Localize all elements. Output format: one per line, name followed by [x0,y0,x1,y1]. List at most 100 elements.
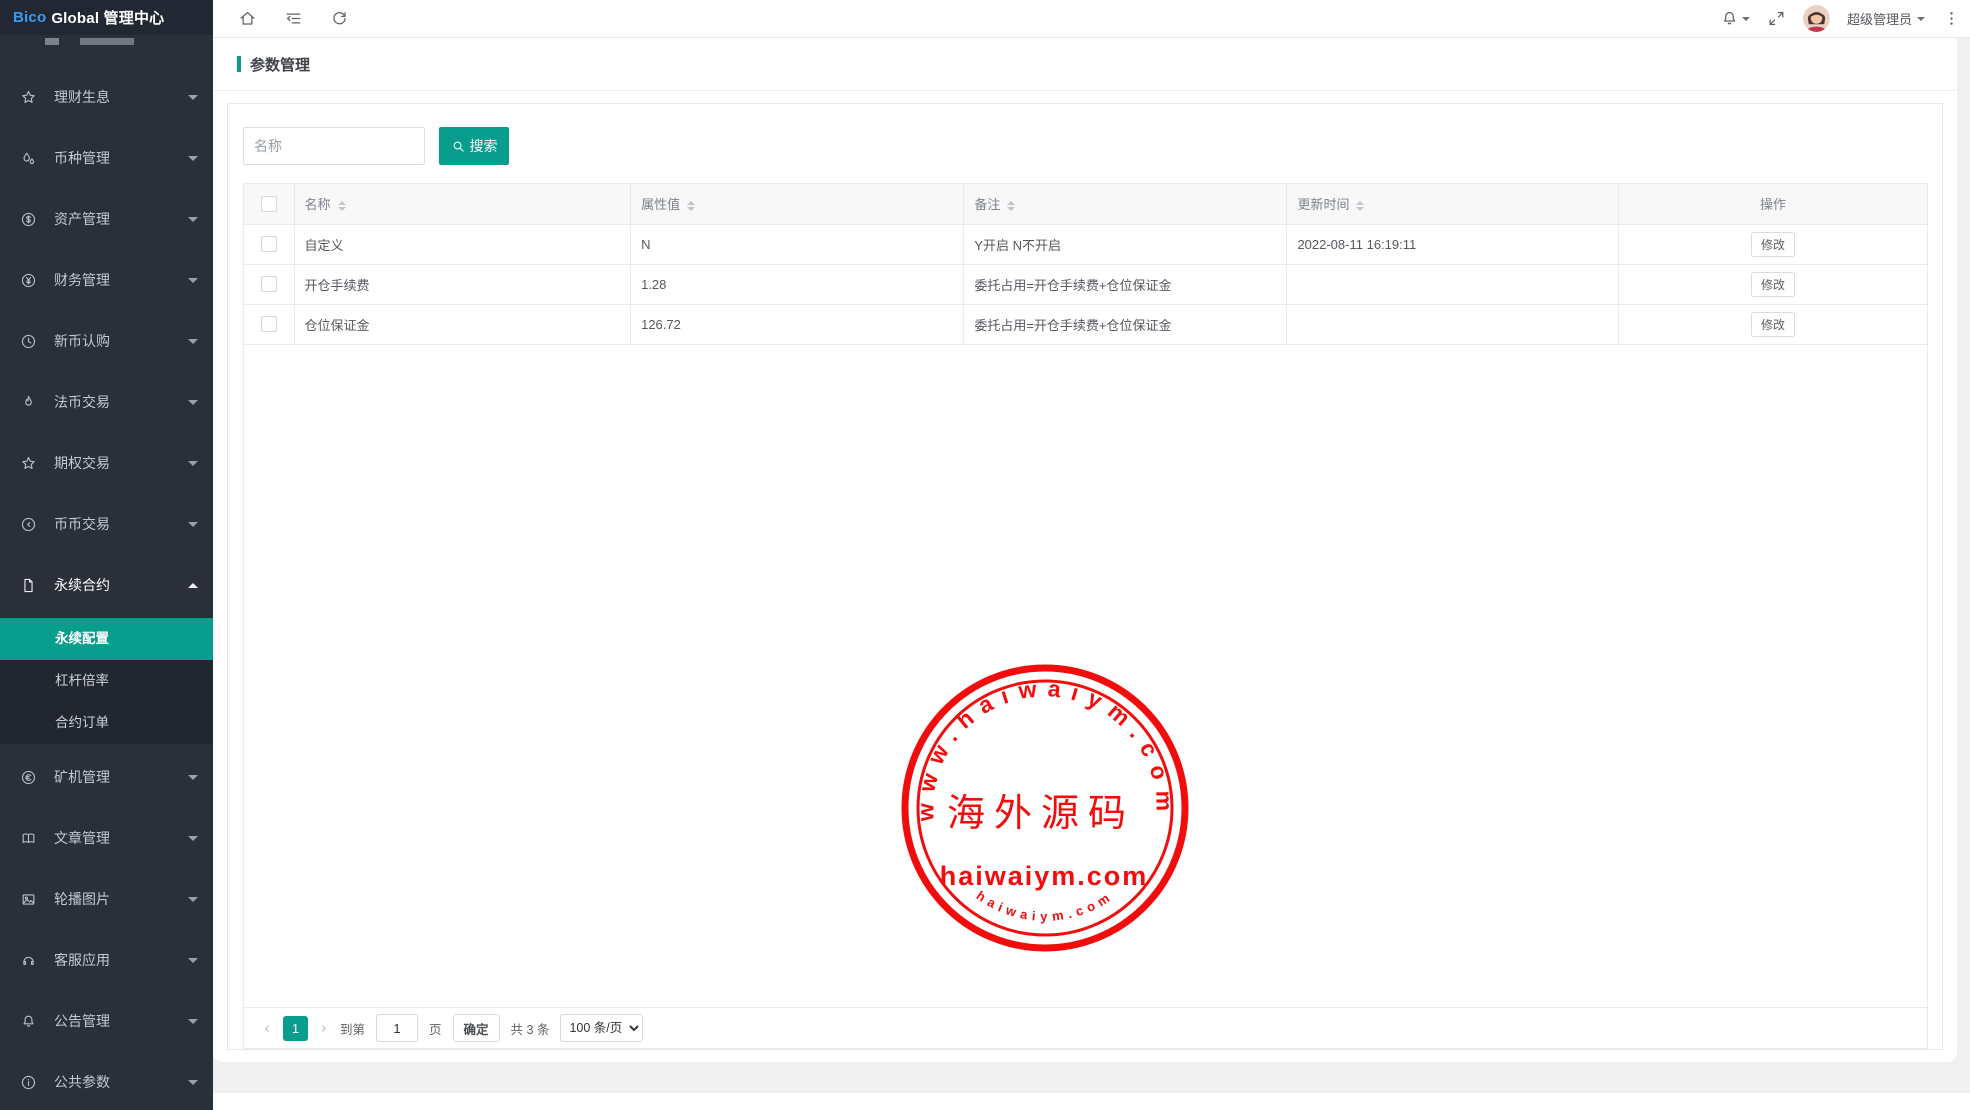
sidebar-item-label: 法币交易 [54,392,188,412]
row-checkbox[interactable] [261,316,277,332]
sidebar-item-4[interactable]: 新币认购 [0,321,213,361]
sidebar-subitem-8-2[interactable]: 合约订单 [0,702,213,744]
sort-icon[interactable] [338,201,346,211]
user-name: 超级管理员 [1847,9,1912,28]
sidebar-item-14[interactable]: 公共参数 [0,1062,213,1102]
row-checkbox[interactable] [261,276,277,292]
drops-icon [20,150,37,167]
cell-value: N [631,224,964,264]
sidebar-item-6[interactable]: 期权交易 [0,443,213,483]
table-row: 开仓手续费1.28委托占用=开仓手续费+仓位保证金修改 [244,264,1927,304]
sidebar-item-2[interactable]: 资产管理 [0,199,213,239]
sidebar-item-label: 币币交易 [54,514,188,534]
cell-remark: Y开启 N不开启 [964,224,1287,264]
chevron-down-icon [188,836,198,841]
cell-name: 仓位保证金 [294,304,631,344]
content-panel: 参数管理 搜索 名称属性值备注更新时间操作 自定义NY开启 N不开启2022-0… [213,38,1957,1062]
sidebar-item-label: 资产管理 [54,209,188,229]
cell-remark: 委托占用=开仓手续费+仓位保证金 [964,264,1287,304]
row-checkbox[interactable] [261,236,277,252]
page-size-select[interactable]: 100 条/页 [560,1014,643,1042]
collapse-menu-icon[interactable] [284,9,303,28]
partial-icon-fragment [45,38,59,45]
search-input[interactable] [243,127,425,165]
logo-rest: Global 管理中心 [51,7,164,28]
refresh-icon[interactable] [330,9,349,28]
goto-prefix-label: 到第 [340,1019,365,1038]
sidebar-item-partial[interactable] [0,35,213,45]
chevron-down-icon [188,156,198,161]
star-icon [20,455,37,472]
content-card: 搜索 名称属性值备注更新时间操作 自定义NY开启 N不开启2022-08-11 … [227,103,1943,1050]
sidebar-item-5[interactable]: 法币交易 [0,382,213,422]
search-button[interactable]: 搜索 [439,127,509,165]
sidebar-item-12[interactable]: 客服应用 [0,940,213,980]
sidebar-subitem-8-0[interactable]: 永续配置 [0,618,213,660]
euro-circle-icon [20,769,37,786]
chevron-down-icon [188,1019,198,1024]
prev-page-button[interactable]: ‹ [262,1019,272,1037]
clock-icon [20,333,37,350]
cell-updated: 2022-08-11 16:19:11 [1287,224,1619,264]
sidebar-subitem-8-1[interactable]: 杠杆倍率 [0,660,213,702]
notifications-button[interactable] [1720,9,1750,28]
goto-page-input[interactable] [376,1014,418,1042]
yen-circle-icon [20,272,37,289]
title-accent-bar [237,56,241,72]
column-header-3: 更新时间 [1287,184,1619,224]
edit-button[interactable]: 修改 [1751,312,1795,337]
sidebar-item-label: 文章管理 [54,828,188,848]
sidebar-item-3[interactable]: 财务管理 [0,260,213,300]
search-icon [451,139,466,154]
sidebar-item-label: 永续合约 [54,575,188,595]
sidebar-item-label: 轮播图片 [54,889,188,909]
dots-vertical-icon[interactable] [1942,9,1961,28]
select-all-checkbox[interactable] [261,196,277,212]
chevron-down-icon [188,339,198,344]
fullscreen-icon[interactable] [1767,9,1786,28]
chevron-down-icon [188,278,198,283]
edit-button[interactable]: 修改 [1751,232,1795,257]
topbar: 超级管理员 [213,0,1970,38]
sidebar-item-10[interactable]: 文章管理 [0,818,213,858]
current-page-button[interactable]: 1 [283,1016,308,1041]
table-row: 仓位保证金126.72委托占用=开仓手续费+仓位保证金修改 [244,304,1927,344]
partial-label-fragment [80,38,134,45]
sidebar-item-9[interactable]: 矿机管理 [0,757,213,797]
column-header-2: 备注 [964,184,1287,224]
sidebar-item-11[interactable]: 轮播图片 [0,879,213,919]
sort-icon[interactable] [1356,201,1364,211]
sidebar-item-0[interactable]: 理财生息 [0,77,213,117]
sidebar-nav: 理财生息币种管理资产管理财务管理新币认购法币交易期权交易币币交易永续合约永续配置… [0,77,213,1102]
total-count-label: 共 3 条 [511,1019,550,1038]
topbar-left-icons [213,9,349,28]
goto-confirm-button[interactable]: 确定 [453,1014,500,1042]
column-label: 名称 [305,197,331,212]
sidebar-item-13[interactable]: 公告管理 [0,1001,213,1041]
sort-icon[interactable] [687,201,695,211]
circle-back-icon [20,516,37,533]
sort-icon[interactable] [1007,201,1015,211]
cell-value: 126.72 [631,304,964,344]
column-header-4: 操作 [1618,184,1927,224]
cell-updated [1287,304,1619,344]
user-menu[interactable]: 超级管理员 [1847,9,1925,28]
edit-button[interactable]: 修改 [1751,272,1795,297]
sidebar-item-1[interactable]: 币种管理 [0,138,213,178]
bell-icon [1720,9,1739,28]
pagination-bar: ‹ 1 › 到第 页 确定 共 3 条 100 条/页 [244,1007,1927,1048]
table-container: 名称属性值备注更新时间操作 自定义NY开启 N不开启2022-08-11 16:… [243,183,1928,1049]
bottom-spacer [213,1093,1970,1110]
avatar[interactable] [1803,5,1830,32]
logo-brand: Bico [13,9,46,26]
home-icon[interactable] [238,9,257,28]
column-label: 操作 [1760,197,1786,212]
column-header-1: 属性值 [631,184,964,224]
chevron-down-icon [188,958,198,963]
page-title: 参数管理 [250,54,310,75]
sidebar-item-7[interactable]: 币币交易 [0,504,213,544]
bell-icon [20,1013,37,1030]
sidebar-item-label: 财务管理 [54,270,188,290]
sidebar-item-8[interactable]: 永续合约 [0,565,213,605]
next-page-button[interactable]: › [319,1019,329,1037]
